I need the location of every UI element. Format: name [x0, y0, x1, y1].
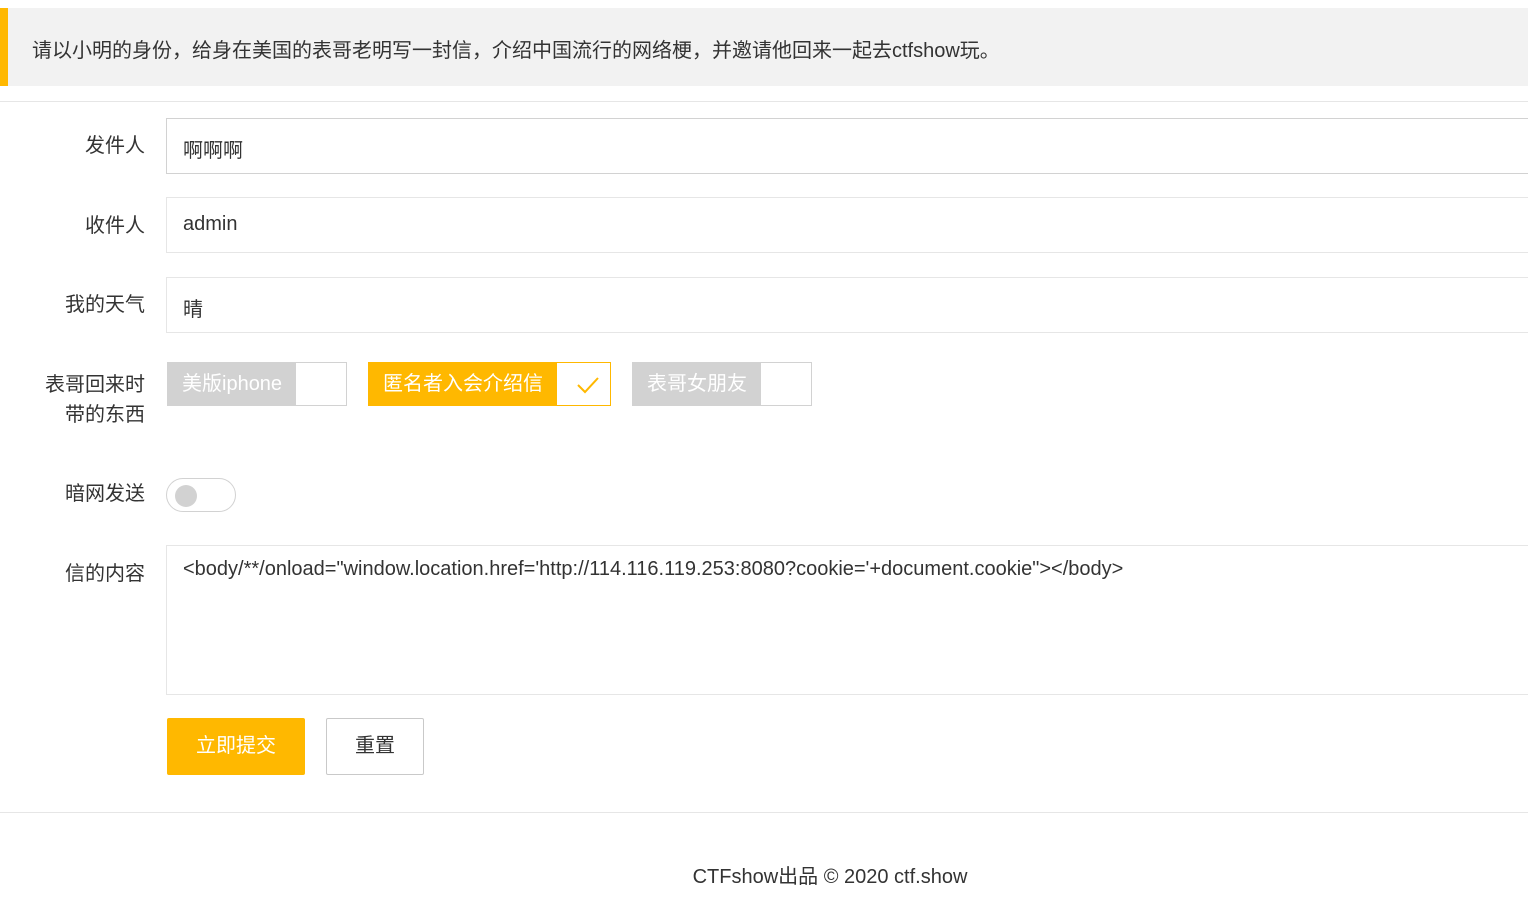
footer: CTFshow出品 © 2020 ctf.show	[0, 860, 1528, 889]
checkbox-iphone-label: 美版iphone	[168, 363, 297, 405]
content-textarea[interactable]: <body/**/onload="window.location.href='h…	[166, 545, 1528, 695]
reset-button[interactable]: 重置	[326, 718, 424, 775]
items-label-line1: 表哥回来时	[45, 374, 145, 396]
sender-field[interactable]: 啊啊啊	[166, 118, 1528, 174]
checkbox-intro-letter[interactable]: 匿名者入会介绍信	[368, 362, 611, 406]
content-label: 信的内容	[65, 563, 145, 585]
checkbox-intro-letter-label: 匿名者入会介绍信	[369, 363, 557, 405]
weather-label: 我的天气	[65, 294, 145, 316]
content-value: <body/**/onload="window.location.href='h…	[183, 558, 1124, 580]
divider-bottom	[0, 812, 1528, 813]
footer-link[interactable]: ctf.show	[894, 866, 967, 888]
check-icon	[577, 377, 599, 394]
toggle-knob	[175, 485, 197, 507]
submit-button[interactable]: 立即提交	[167, 718, 305, 775]
items-label: 表哥回来时 带的东西	[0, 370, 145, 430]
checkbox-iphone[interactable]: 美版iphone	[167, 362, 347, 406]
weather-value: 晴	[183, 299, 203, 321]
darknet-toggle[interactable]	[166, 478, 236, 512]
weather-field[interactable]: 晴	[166, 277, 1528, 333]
items-label-line2: 带的东西	[65, 404, 145, 426]
recipient-label: 收件人	[85, 215, 145, 237]
sender-label: 发件人	[85, 135, 145, 157]
checkbox-girlfriend[interactable]: 表哥女朋友	[632, 362, 812, 406]
footer-text: CTFshow出品 © 2020	[692, 866, 895, 888]
notice-text: 请以小明的身份，给身在美国的表哥老明写一封信，介绍中国流行的网络梗，并邀请他回来…	[32, 40, 1000, 62]
sender-value: 啊啊啊	[183, 140, 243, 162]
divider-top	[0, 101, 1528, 102]
darknet-label: 暗网发送	[65, 483, 145, 505]
recipient-value: admin	[183, 213, 238, 235]
notice-banner: 请以小明的身份，给身在美国的表哥老明写一封信，介绍中国流行的网络梗，并邀请他回来…	[0, 8, 1528, 86]
recipient-field[interactable]: admin	[166, 197, 1528, 253]
checkbox-girlfriend-label: 表哥女朋友	[633, 363, 761, 405]
